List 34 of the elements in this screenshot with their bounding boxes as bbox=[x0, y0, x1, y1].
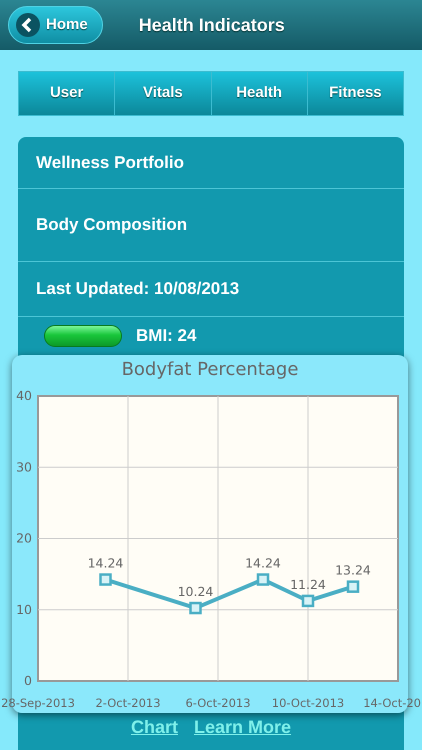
data-point bbox=[302, 594, 314, 608]
data-point bbox=[256, 573, 270, 586]
data-label: 13.24 bbox=[335, 562, 371, 578]
data-label: 14.24 bbox=[245, 556, 281, 571]
list-item[interactable]: Body Composition bbox=[18, 189, 404, 262]
x-tick-label: 6-Oct-2013 bbox=[185, 696, 251, 710]
y-tick-label: 0 bbox=[24, 673, 32, 688]
data-point bbox=[189, 602, 202, 614]
bmi-label: BMI: 24 bbox=[136, 325, 196, 348]
tab[interactable]: Health bbox=[212, 72, 308, 115]
x-tick-label: 14-Oct-20 bbox=[363, 696, 421, 710]
tab[interactable]: Fitness bbox=[308, 72, 403, 115]
tab[interactable]: Vitals bbox=[115, 72, 212, 115]
chart-title: Bodyfat Percentage bbox=[120, 358, 300, 382]
data-label: 10.24 bbox=[178, 584, 214, 600]
link[interactable]: Chart bbox=[130, 714, 178, 741]
list-item: Last Updated: 10/08/2013 bbox=[18, 262, 404, 317]
link[interactable]: Learn More bbox=[194, 714, 292, 741]
x-tick-label: 2-Oct-2013 bbox=[95, 696, 161, 710]
x-tick-label: 28-Sep-2013 bbox=[1, 696, 75, 710]
x-tick-label: 10-Oct-2013 bbox=[272, 696, 344, 710]
y-tick-label: 10 bbox=[16, 602, 32, 617]
home-button[interactable]: Home bbox=[8, 6, 103, 44]
data-point bbox=[99, 573, 112, 586]
y-tick-label: 20 bbox=[16, 530, 32, 546]
back-icon bbox=[16, 13, 40, 37]
y-tick-label: 30 bbox=[16, 459, 32, 474]
tab[interactable]: User bbox=[19, 72, 116, 115]
data-label: 14.24 bbox=[88, 556, 124, 571]
list-item[interactable]: Wellness Portfolio bbox=[18, 137, 404, 189]
page-title: Health Indicators bbox=[138, 14, 285, 36]
data-label: 11.24 bbox=[290, 576, 326, 592]
data-point bbox=[346, 580, 360, 593]
y-tick-label: 40 bbox=[16, 388, 32, 403]
